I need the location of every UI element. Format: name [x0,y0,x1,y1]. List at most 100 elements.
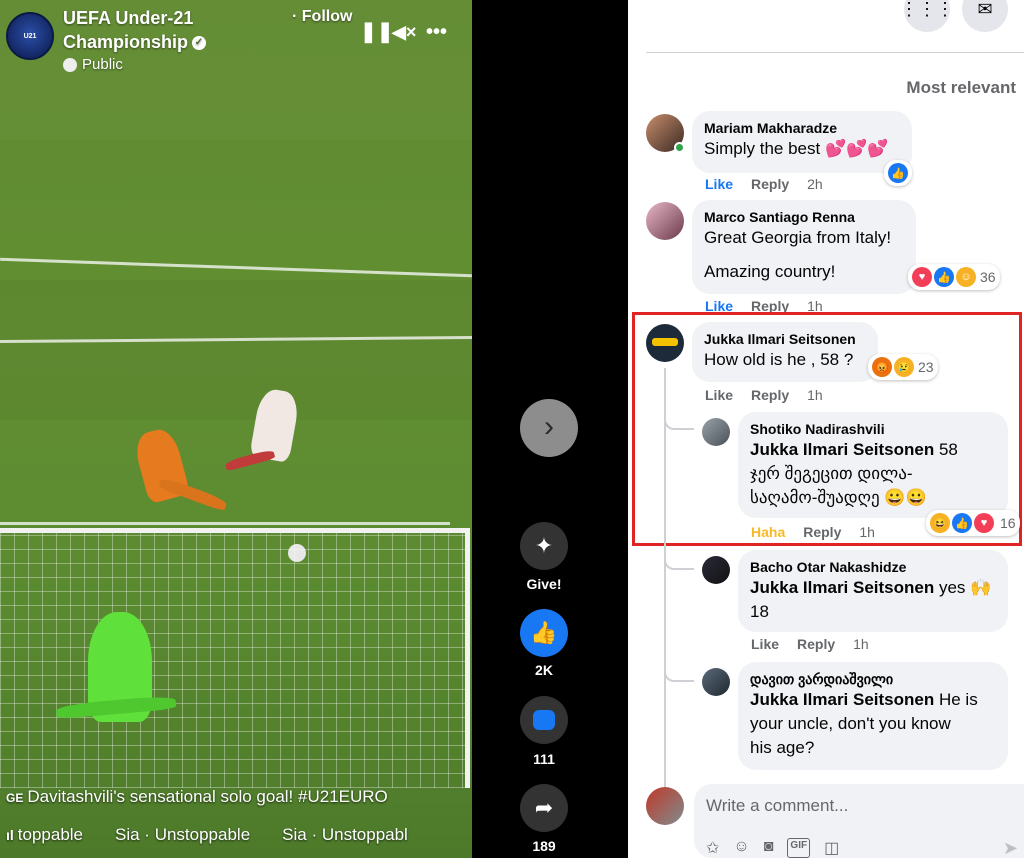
comment-bubble: Jukka Ilmari Seitsonen How old is he , 5… [692,322,878,382]
channel-name[interactable]: UEFA Under-21 Championship ✓ [63,6,283,54]
reply-author[interactable]: დავით ვარდიაშვილი [750,670,996,688]
sticker-icon[interactable]: ◫ [824,838,839,858]
send-icon[interactable]: ➤ [1003,838,1018,858]
reaction-summary[interactable]: 👍 [884,160,912,186]
give-label: Give! [526,576,562,592]
comment-author[interactable]: Marco Santiago Renna [704,208,904,226]
comment-author[interactable]: Jukka Ilmari Seitsonen [704,330,866,348]
reply-bubble: Shotiko Nadirashvili Jukka Ilmari Seitso… [738,412,1008,518]
caption-text: Davitashvili's sensational solo goal! #U… [27,787,388,806]
next-video-button[interactable]: › [520,399,578,457]
reply-time[interactable]: 1h [853,636,869,652]
avatar[interactable] [702,418,730,446]
verified-badge-icon: ✓ [192,36,206,51]
reply-link[interactable]: Reply [751,387,789,403]
reaction-count: 16 [1000,515,1016,531]
follow-button[interactable]: · Follow [292,8,352,26]
emoji-icon[interactable]: ☺ [733,838,749,858]
comment-button[interactable] [520,696,568,744]
pitch-line [0,257,472,278]
channel-name-text[interactable]: UEFA Under-21 Championship [63,8,193,52]
music-icon: ıl [6,827,14,843]
reply-link[interactable]: Reply [803,524,841,540]
video-caption: GE Davitashvili's sensational solo goal! … [6,787,388,807]
sort-dropdown[interactable]: Most relevant [906,78,1016,98]
pitch-line [0,522,450,525]
like-link[interactable]: Like [705,176,733,192]
channel-logo[interactable]: U21 [6,12,54,60]
video-player[interactable]: U21 UEFA Under-21 Championship ✓ Public ·… [0,0,472,858]
mention-tag[interactable]: Jukka Ilmari Seitsonen [750,690,934,709]
reply-text: ჯერ შეგეცით დილა- [750,464,913,483]
music-item: toppable [17,825,84,844]
give-button[interactable]: ✦ [520,522,568,570]
comment-text: Amazing country! [704,262,836,281]
menu-grid-icon[interactable]: ⋮⋮⋮ [900,0,954,32]
comments-panel[interactable]: ⋮⋮⋮ ✉ Most relevant Mariam Makharadze Si… [628,0,1024,858]
give-star-icon: ✦ [534,533,554,558]
avatar[interactable] [702,668,730,696]
share-arrow-icon: ➦ [534,795,554,820]
like-button[interactable]: 👍 [520,609,568,657]
comment-author[interactable]: Mariam Makharadze [704,119,900,137]
reply-link[interactable]: Reply [751,176,789,192]
comment-composer[interactable]: Write a comment... ✩ ☺ ◙ GIF ◫ ➤ [694,784,1024,858]
user-avatar[interactable] [646,787,684,825]
haha-link[interactable]: Haha [751,524,785,540]
reply-text: 58 [934,440,958,459]
globe-icon [63,57,77,72]
comment-actions: Like Reply 1h [705,387,823,403]
reply-time[interactable]: 1h [859,524,875,540]
reply-bubble: დავით ვარდიაშვილი Jukka Ilmari Seitsonen… [738,662,1008,770]
visibility-info: Public [63,56,123,73]
reaction-count: 23 [918,359,934,375]
comment-count: 111 [533,751,555,767]
like-reaction-icon: 👍 [952,513,972,533]
reaction-summary[interactable]: 😆 👍 ♥ 16 [926,510,1020,536]
comment-bubble: Mariam Makharadze Simply the best 💕💕💕 [692,111,912,173]
reply-bubble: Bacho Otar Nakashidze Jukka Ilmari Seits… [738,550,1008,632]
composer-tools: ✩ ☺ ◙ GIF ◫ [706,838,839,858]
pitch-stripe [0,280,472,420]
share-button[interactable]: ➦ [520,784,568,832]
gif-icon[interactable]: GIF [787,838,811,858]
white-player-leg [224,448,276,472]
comment-bubble: Marco Santiago Renna Great Georgia from … [692,200,916,294]
goal-net [0,528,470,788]
more-options-icon[interactable]: ••• [426,20,447,44]
mute-icon[interactable]: ◀× [392,20,416,44]
music-ticker[interactable]: ıl toppable Sia · Unstoppable Sia · Unsto… [6,825,408,845]
comment-time[interactable]: 2h [807,176,823,192]
reply-author[interactable]: Bacho Otar Nakashidze [750,558,996,576]
reply-text: his age? [750,738,815,757]
avatar[interactable] [646,202,684,240]
reply-author[interactable]: Shotiko Nadirashvili [750,420,996,438]
comment-text: Great Georgia from Italy! [704,228,892,247]
messenger-icon[interactable]: ✉ [962,0,1008,32]
reaction-summary[interactable]: ♥ 👍 ☺ 36 [908,264,1000,290]
comment-time[interactable]: 1h [807,387,823,403]
like-link[interactable]: Like [705,387,733,403]
reaction-count: 36 [980,269,996,285]
avatar[interactable] [646,324,684,362]
camera-icon[interactable]: ◙ [764,838,774,858]
like-link[interactable]: Like [751,636,779,652]
reaction-summary[interactable]: 😡 😢 23 [868,354,938,380]
reply-text: საღამო-შუადღე 😀😀 [750,488,927,507]
comment-icon [533,710,555,730]
mention-tag[interactable]: Jukka Ilmari Seitsonen [750,578,934,597]
love-reaction-icon: ♥ [912,267,932,287]
reply-text: 18 [750,602,769,621]
avatar-sticker-icon[interactable]: ✩ [706,838,719,858]
divider [646,52,1024,53]
mention-tag[interactable]: Jukka Ilmari Seitsonen [750,440,934,459]
reply-text: He is [934,690,978,709]
thread-branch [664,664,694,682]
comment-input[interactable]: Write a comment... [706,796,848,816]
reply-link[interactable]: Reply [797,636,835,652]
reply-text: yes 🙌 [934,578,992,597]
avatar[interactable] [702,556,730,584]
like-count: 2K [535,662,553,678]
love-reaction-icon: ♥ [974,513,994,533]
pause-icon[interactable]: ❚❚ [360,20,394,44]
